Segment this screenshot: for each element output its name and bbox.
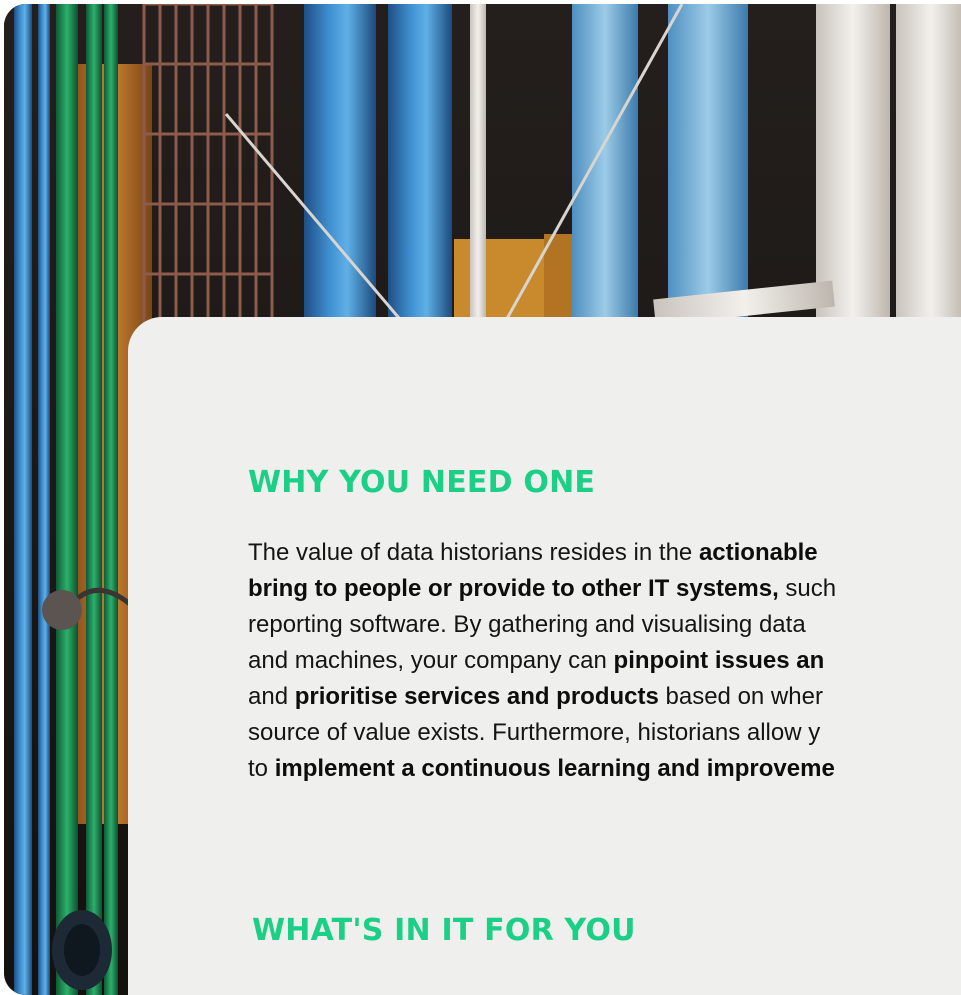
section-heading-why: WHY YOU NEED ONE xyxy=(248,465,596,500)
paragraph-text: such xyxy=(778,575,837,602)
paragraph-text: based on wher xyxy=(658,683,823,710)
paragraph-line: bring to people or provide to other IT s… xyxy=(248,571,961,607)
paragraph-emphasis: pinpoint issues an xyxy=(613,647,825,674)
paragraph-text: source of value exists. Furthermore, his… xyxy=(248,719,821,746)
paragraph-text: and machines, your company can xyxy=(248,647,614,674)
section-paragraph: The value of data historians resides in … xyxy=(248,535,961,787)
content-card: WHY YOU NEED ONE The value of data histo… xyxy=(128,317,961,995)
paragraph-emphasis: prioritise services and products xyxy=(294,683,659,710)
section-heading-whats-in-it: WHAT'S IN IT FOR YOU xyxy=(252,913,636,948)
paragraph-line: source of value exists. Furthermore, his… xyxy=(248,715,961,751)
paragraph-text: The value of data historians resides in … xyxy=(248,539,699,566)
paragraph-text: reporting software. By gathering and vis… xyxy=(248,611,806,638)
paragraph-line: to implement a continuous learning and i… xyxy=(248,751,961,787)
paragraph-emphasis: actionable xyxy=(698,539,818,566)
paragraph-emphasis: implement a continuous learning and impr… xyxy=(274,755,835,782)
hero-image-frame: WHY YOU NEED ONE The value of data histo… xyxy=(4,4,961,995)
paragraph-line: and machines, your company can pinpoint … xyxy=(248,643,961,679)
paragraph-emphasis: bring to people or provide to other IT s… xyxy=(248,575,779,602)
paragraph-text: to xyxy=(248,755,275,782)
paragraph-line: The value of data historians resides in … xyxy=(248,535,961,571)
paragraph-line: and prioritise services and products bas… xyxy=(248,679,961,715)
paragraph-text: and xyxy=(248,683,295,710)
paragraph-line: reporting software. By gathering and vis… xyxy=(248,607,961,643)
